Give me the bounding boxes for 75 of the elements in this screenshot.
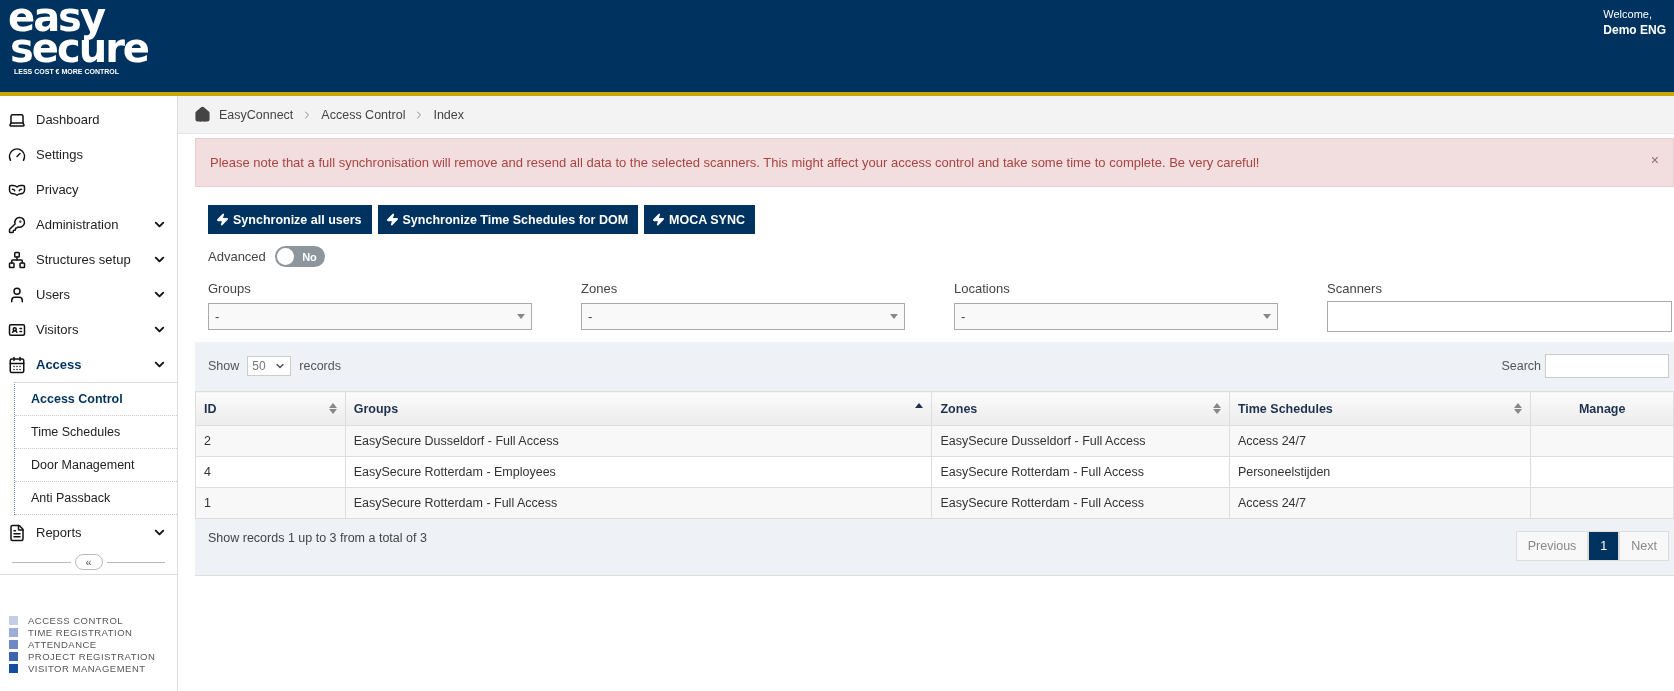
- sidebar-item[interactable]: Visitors: [0, 312, 177, 347]
- table-cell: EasySecure Rotterdam - Full Access: [931, 456, 1230, 488]
- breadcrumb-link[interactable]: Access Control: [321, 107, 406, 122]
- filter-label: Zones: [581, 281, 619, 296]
- page-size-select[interactable]: 50: [247, 356, 292, 376]
- alert-text: Please note that a full synchronisation will remove and resend all data to the selected scanners. This might affect your access control and take some time to complete. Be very careful!: [210, 155, 1260, 170]
- calendar-icon: [8, 355, 26, 374]
- sync-button[interactable]: Synchronize all users: [208, 205, 372, 234]
- submenu-item[interactable]: Access Control: [15, 383, 177, 416]
- key-icon: [8, 215, 26, 234]
- sidebar-item[interactable]: Settings: [0, 137, 177, 172]
- welcome-text: Welcome,: [1603, 8, 1652, 20]
- close-button[interactable]: ×: [1650, 155, 1659, 165]
- table-cell: 2: [195, 425, 346, 457]
- document-icon: [8, 523, 26, 542]
- breadcrumb-link[interactable]: EasyConnect: [219, 107, 294, 122]
- search-field[interactable]: [1545, 354, 1669, 378]
- filter-select[interactable]: -: [954, 303, 1278, 330]
- table-cell: EasySecure Dusseldorf - Full Access: [345, 425, 932, 457]
- column-header[interactable]: Groups: [345, 391, 932, 426]
- sitemap-icon: [8, 250, 26, 269]
- legend-label: PROJECT REGISTRATION: [28, 651, 156, 662]
- sort-icon[interactable]: [1514, 403, 1523, 414]
- table-cell: 1: [195, 487, 346, 519]
- table-cell: 4: [195, 456, 346, 488]
- user-name[interactable]: Demo ENG: [1603, 23, 1666, 37]
- records-summary: Show records 1 up to 3 from a total of 3: [208, 531, 427, 545]
- home-icon[interactable]: [194, 106, 211, 123]
- collapse-sidebar-button[interactable]: «: [74, 554, 103, 570]
- submenu-item[interactable]: Anti Passback: [15, 482, 177, 515]
- lightning-icon: [216, 213, 229, 226]
- column-header[interactable]: Manage: [1530, 391, 1674, 426]
- legend-label: TIME REGISTRATION: [28, 627, 133, 638]
- filter-input[interactable]: [1327, 301, 1672, 332]
- lightning-icon: [652, 213, 666, 226]
- lightning-icon: [385, 213, 399, 226]
- filter-label: Scanners: [1327, 281, 1383, 296]
- submenu-item[interactable]: Door Management: [15, 449, 177, 482]
- breadcrumb-link[interactable]: Index: [433, 107, 464, 122]
- table-cell: Access 24/7: [1229, 487, 1531, 519]
- table-cell: EasySecure Rotterdam - Full Access: [345, 487, 932, 519]
- sidebar-item[interactable]: Access: [0, 347, 177, 382]
- advanced-label: Advanced: [208, 249, 266, 264]
- sidebar-item[interactable]: Dashboard: [0, 102, 177, 137]
- gauge-icon: [8, 145, 26, 164]
- records-label: records: [299, 359, 341, 373]
- filter-select[interactable]: -: [581, 303, 905, 330]
- submenu-item[interactable]: Time Schedules: [15, 416, 177, 449]
- filter-label: Locations: [954, 281, 1011, 296]
- filter-label: Groups: [208, 281, 252, 296]
- legend-label: ACCESS CONTROL: [28, 615, 124, 626]
- search-label: Search: [1501, 359, 1541, 373]
- user-icon: [8, 285, 26, 304]
- table-cell: EasySecure Rotterdam - Employees: [345, 456, 932, 488]
- sidebar-item[interactable]: Privacy: [0, 172, 177, 207]
- sort-icon[interactable]: [328, 403, 337, 414]
- sidebar-item[interactable]: Users: [0, 277, 177, 312]
- sidebar-item[interactable]: Structures setup: [0, 242, 177, 277]
- filter-select[interactable]: -: [208, 303, 532, 330]
- sidebar-item[interactable]: Administration: [0, 207, 177, 242]
- show-label: Show: [208, 359, 240, 373]
- column-header[interactable]: Time Schedules: [1229, 391, 1531, 426]
- sync-button[interactable]: Synchronize Time Schedules for DOM: [377, 205, 639, 234]
- legend-label: ATTENDANCE: [28, 639, 97, 650]
- table-cell: Access 24/7: [1229, 425, 1531, 457]
- column-header[interactable]: ID: [195, 391, 346, 426]
- sort-icon[interactable]: [1212, 403, 1221, 414]
- table-cell: Personeelstijden: [1229, 456, 1531, 488]
- sidebar-item[interactable]: Reports: [0, 515, 177, 550]
- legend-label: VISITOR MANAGEMENT: [28, 663, 146, 674]
- pagination-button[interactable]: 1: [1588, 531, 1620, 561]
- table-cell: EasySecure Rotterdam - Full Access: [931, 487, 1230, 519]
- sync-button[interactable]: MOCA SYNC: [644, 205, 755, 234]
- column-header[interactable]: Zones: [931, 391, 1230, 426]
- table-cell: EasySecure Dusseldorf - Full Access: [931, 425, 1230, 457]
